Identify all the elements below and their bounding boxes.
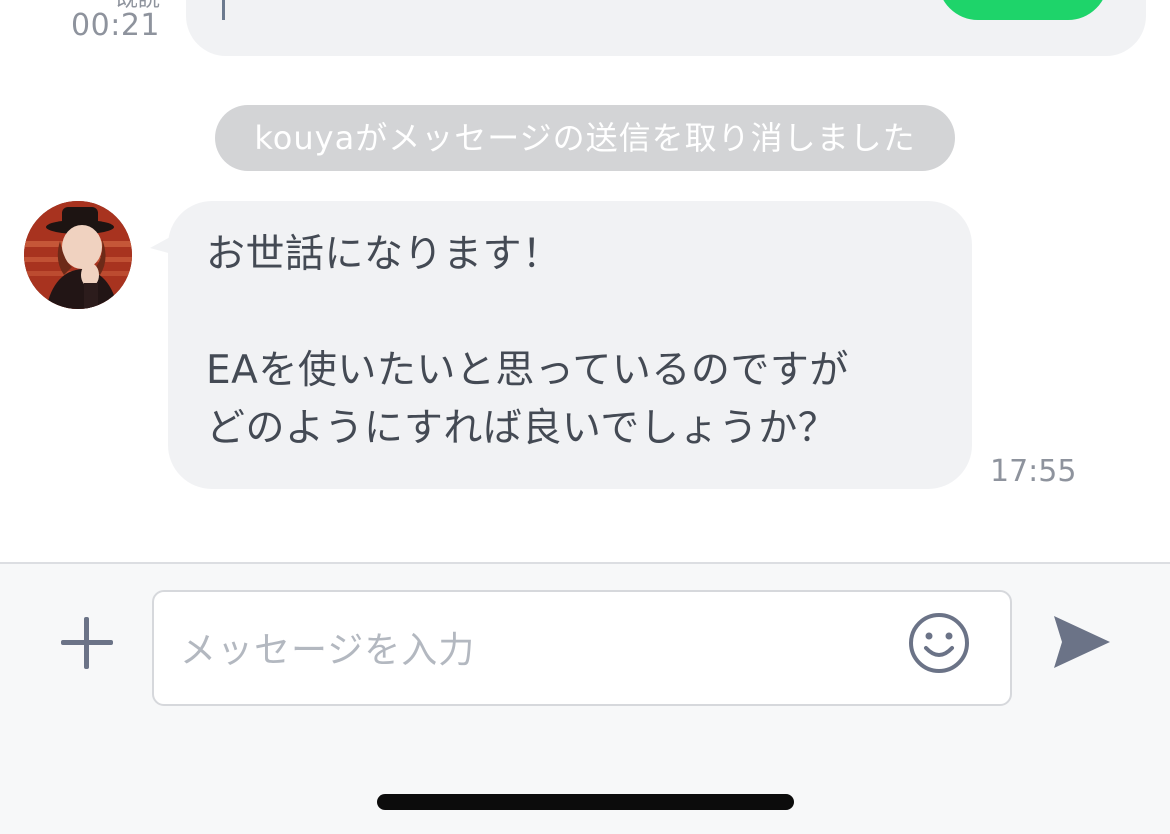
chat-screen: 既読 00:21 kouyaがメッセージの送信を取り消しました xyxy=(0,0,1170,834)
message-input[interactable] xyxy=(180,618,880,682)
smiley-icon xyxy=(909,613,969,673)
add-button[interactable] xyxy=(58,614,116,672)
plus-icon xyxy=(61,617,113,669)
text-cursor xyxy=(222,0,225,20)
system-notice: kouyaがメッセージの送信を取り消しました xyxy=(215,105,955,171)
previous-message-meta: 既読 00:21 xyxy=(71,0,160,45)
previous-message-green-element[interactable] xyxy=(938,0,1108,20)
avatar[interactable] xyxy=(24,201,132,309)
home-indicator[interactable] xyxy=(377,794,794,810)
message-list[interactable]: 既読 00:21 kouyaがメッセージの送信を取り消しました xyxy=(0,0,1170,562)
message-input-box[interactable] xyxy=(152,590,1012,706)
send-button[interactable] xyxy=(1050,612,1112,672)
previous-message-time: 00:21 xyxy=(71,8,160,43)
read-receipt: 既読 xyxy=(71,0,160,8)
emoji-button[interactable] xyxy=(908,612,970,674)
incoming-message-text: お世話になります！ EAを使いたいと思っているのですが どのようにすれば良いでし… xyxy=(206,232,849,451)
avatar-image xyxy=(24,201,132,309)
incoming-message-time: 17:55 xyxy=(990,454,1077,489)
send-icon xyxy=(1054,616,1110,668)
